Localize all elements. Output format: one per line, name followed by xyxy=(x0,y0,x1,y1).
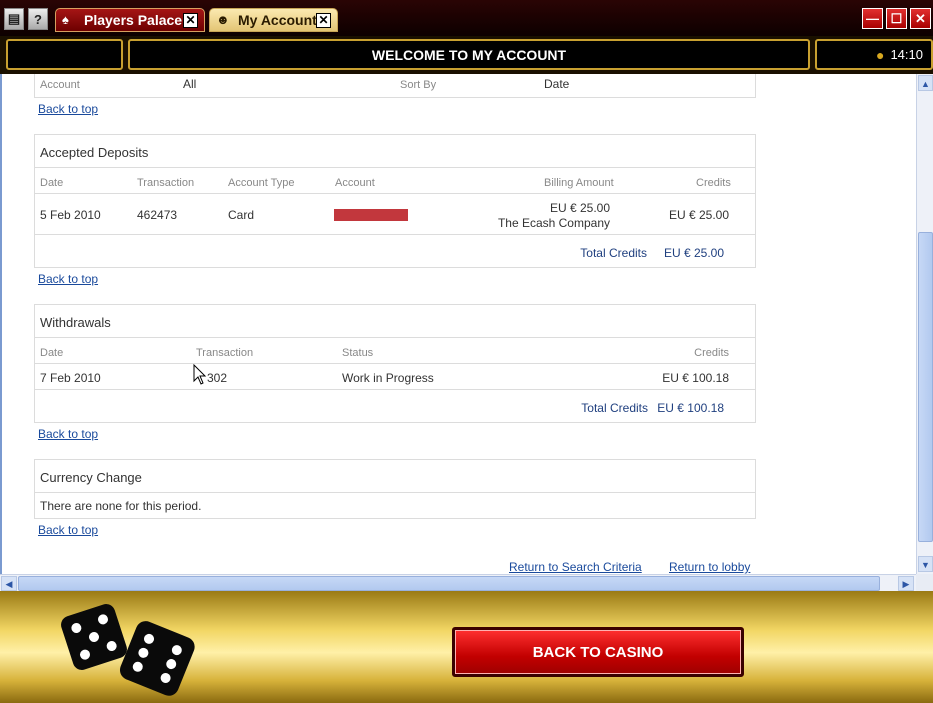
withdrawals-total-label: Total Credits xyxy=(581,401,648,415)
withdrawal-status: Work in Progress xyxy=(342,371,434,385)
withdrawal-date: 7 Feb 2010 xyxy=(40,371,101,385)
scroll-up-icon[interactable]: ▲ xyxy=(918,75,933,91)
currency-change-title: Currency Change xyxy=(35,460,755,493)
minimize-button[interactable]: — xyxy=(862,8,883,29)
withdrawal-credits: EU € 100.18 xyxy=(662,371,729,385)
sort-by-value[interactable]: Date xyxy=(544,77,569,91)
currency-change-panel: Currency Change There are none for this … xyxy=(34,459,756,519)
scroll-right-icon[interactable]: ▶ xyxy=(898,576,914,591)
withdrawal-transaction: 302 xyxy=(207,371,228,385)
return-search-link[interactable]: Return to Search Criteria xyxy=(509,560,642,574)
title-bar: ▤ ? ♠ Players Palace ✕ ☻ My Account ✕ — … xyxy=(0,0,933,36)
vertical-scrollbar[interactable]: ▲ ▼ xyxy=(916,74,933,574)
tab-label: My Account xyxy=(238,12,317,28)
dice-icon xyxy=(61,604,195,696)
close-tab-icon[interactable]: ✕ xyxy=(183,13,198,28)
deposit-credits: EU € 25.00 xyxy=(668,208,729,222)
tab-label: Players Palace xyxy=(84,12,183,28)
withdrawals-panel: Withdrawals Date Transaction Status Cred… xyxy=(34,304,756,423)
vertical-scroll-thumb[interactable] xyxy=(918,232,933,542)
account-filter-label: Account xyxy=(40,79,80,91)
back-to-top-link[interactable]: Back to top xyxy=(38,102,98,116)
deposit-billing-amount: EU € 25.00 xyxy=(549,201,610,215)
tab-players-palace[interactable]: ♠ Players Palace ✕ xyxy=(55,8,205,32)
mouse-cursor-icon xyxy=(193,364,207,385)
scroll-left-icon[interactable]: ◀ xyxy=(1,576,17,591)
scroll-down-icon[interactable]: ▼ xyxy=(918,556,933,572)
deposit-transaction: 462473 xyxy=(137,208,178,222)
deposit-billing-company: The Ecash Company xyxy=(497,216,610,230)
col-date: Date xyxy=(40,347,64,359)
back-to-top-link[interactable]: Back to top xyxy=(38,523,98,537)
redacted-account xyxy=(334,209,408,221)
back-to-casino-button[interactable]: BACK TO CASINO xyxy=(452,627,744,677)
col-transaction: Transaction xyxy=(196,347,254,359)
maximize-button[interactable]: ☐ xyxy=(886,8,907,29)
coins-icon: ● xyxy=(875,46,885,63)
col-billing-amount: Billing Amount xyxy=(544,177,614,189)
clock-time: 14:10 xyxy=(890,47,923,62)
deposits-panel: Accepted Deposits Date Transaction Accou… xyxy=(34,134,756,268)
casino-icon: ♠ xyxy=(62,12,69,27)
return-lobby-link[interactable]: Return to lobby xyxy=(669,560,750,574)
col-transaction: Transaction xyxy=(137,177,195,189)
page-title: WELCOME TO MY ACCOUNT xyxy=(128,39,810,70)
deposits-title: Accepted Deposits xyxy=(35,135,755,168)
tab-my-account[interactable]: ☻ My Account ✕ xyxy=(209,8,338,32)
col-date: Date xyxy=(40,177,64,189)
filter-panel: Account All Sort By Date xyxy=(34,74,756,98)
help-button[interactable]: ? xyxy=(28,8,48,30)
user-icon: ☻ xyxy=(216,12,230,27)
close-window-button[interactable]: ✕ xyxy=(910,8,931,29)
col-credits: Credits xyxy=(696,177,731,189)
sort-by-label: Sort By xyxy=(400,79,437,91)
menu-button[interactable]: ▤ xyxy=(4,8,24,30)
header-bar: WELCOME TO MY ACCOUNT ● 14:10 xyxy=(0,36,933,74)
deposit-account-type: Card xyxy=(228,208,255,222)
account-filter-value[interactable]: All xyxy=(183,77,196,91)
casino-footer: BACK TO CASINO xyxy=(0,591,933,703)
withdrawals-title: Withdrawals xyxy=(35,305,755,338)
deposit-date: 5 Feb 2010 xyxy=(40,208,101,222)
clock-box: ● 14:10 xyxy=(815,39,933,70)
col-credits: Credits xyxy=(694,347,729,359)
scroll-corner xyxy=(916,574,933,591)
account-content: Account All Sort By Date Back to top Acc… xyxy=(0,74,916,574)
withdrawals-total-value: EU € 100.18 xyxy=(657,401,724,415)
close-tab-icon[interactable]: ✕ xyxy=(316,13,331,28)
header-left-box xyxy=(6,39,123,70)
horizontal-scroll-thumb[interactable] xyxy=(18,576,880,591)
deposits-total-label: Total Credits xyxy=(580,246,647,260)
deposits-total-value: EU € 25.00 xyxy=(663,246,724,260)
currency-change-message: There are none for this period. xyxy=(40,499,202,513)
back-to-top-link[interactable]: Back to top xyxy=(38,272,98,286)
back-to-top-link[interactable]: Back to top xyxy=(38,427,98,441)
col-status: Status xyxy=(342,347,374,359)
horizontal-scrollbar[interactable]: ◀ ▶ xyxy=(0,574,916,591)
col-account: Account xyxy=(335,177,375,189)
col-account-type: Account Type xyxy=(228,177,295,189)
